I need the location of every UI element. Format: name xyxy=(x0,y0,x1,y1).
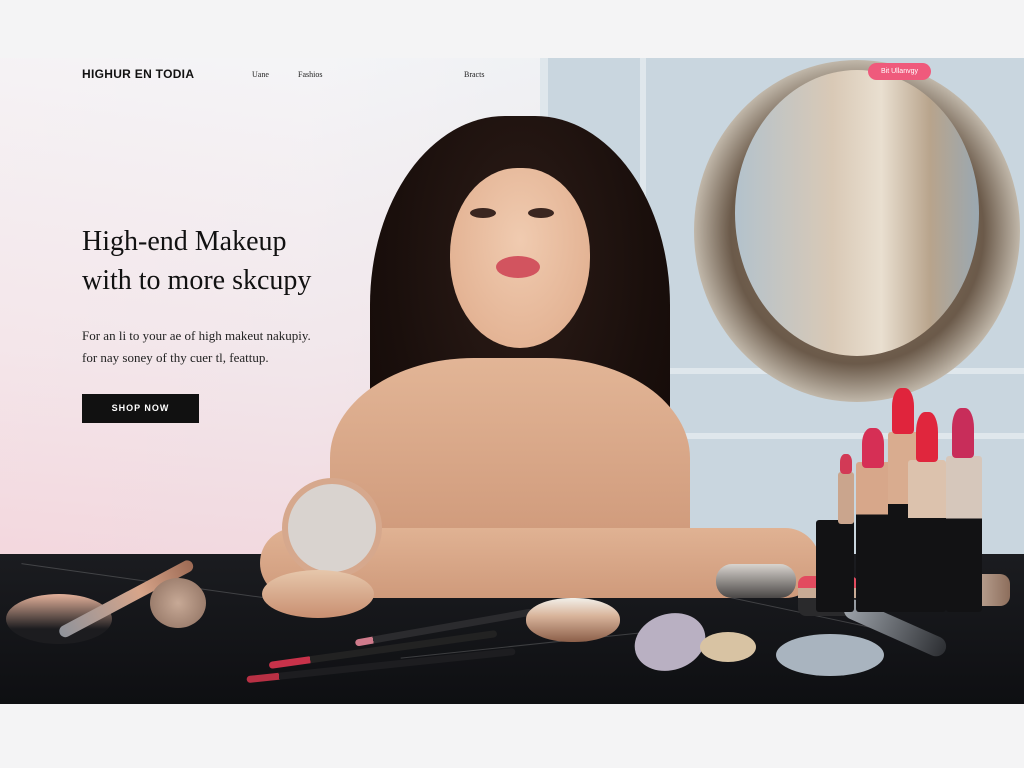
lipstick-bullet xyxy=(952,408,974,458)
sponge-image xyxy=(700,632,756,662)
lipstick-bullet xyxy=(840,454,852,474)
lipstick-bullet xyxy=(862,428,884,468)
lipstick-image xyxy=(856,462,892,612)
compact-mirror-image xyxy=(282,478,382,578)
bottom-frame xyxy=(0,704,1024,768)
hero-headline-line: with to more skcupy xyxy=(82,265,312,296)
lipstick-image xyxy=(816,520,854,612)
hero-section xyxy=(0,58,1024,704)
sponge-image xyxy=(776,634,884,676)
hero-subtext-line: for nay soney of thy cuer tl, feattup. xyxy=(82,350,269,365)
lipstick-bullet xyxy=(916,412,938,462)
model-lips xyxy=(496,256,540,278)
hero-subtext: For an li to your ae of high makeut naku… xyxy=(82,325,362,369)
nav-link-fashion[interactable]: Fashios xyxy=(298,70,322,79)
shop-now-button[interactable]: SHOP NOW xyxy=(82,394,199,423)
lipstick-image xyxy=(908,460,946,612)
hero-headline: High-end Makeup with to more skcupy xyxy=(82,222,382,300)
lipstick-image xyxy=(838,472,854,524)
brush-bristles-image xyxy=(150,578,206,628)
brand-logo[interactable]: HIGHUR EN TODIA xyxy=(82,67,194,81)
model-eye xyxy=(528,208,554,218)
compact-powder-image xyxy=(262,570,374,618)
hero-subtext-line: For an li to your ae of high makeut naku… xyxy=(82,328,311,343)
lipstick-bullet xyxy=(892,388,914,434)
nav-link-brands[interactable]: Bracts xyxy=(464,70,484,79)
lipstick-image xyxy=(946,456,982,612)
mirror-glass xyxy=(735,70,979,356)
cream-jar-image xyxy=(526,598,620,642)
model-eye xyxy=(470,208,496,218)
lipstick-image xyxy=(716,564,796,598)
header-cta-button[interactable]: Bit Ullanvgy xyxy=(868,63,931,80)
nav-link-home[interactable]: Uane xyxy=(252,70,269,79)
hero-headline-line: High-end Makeup xyxy=(82,226,287,257)
top-frame xyxy=(0,0,1024,58)
